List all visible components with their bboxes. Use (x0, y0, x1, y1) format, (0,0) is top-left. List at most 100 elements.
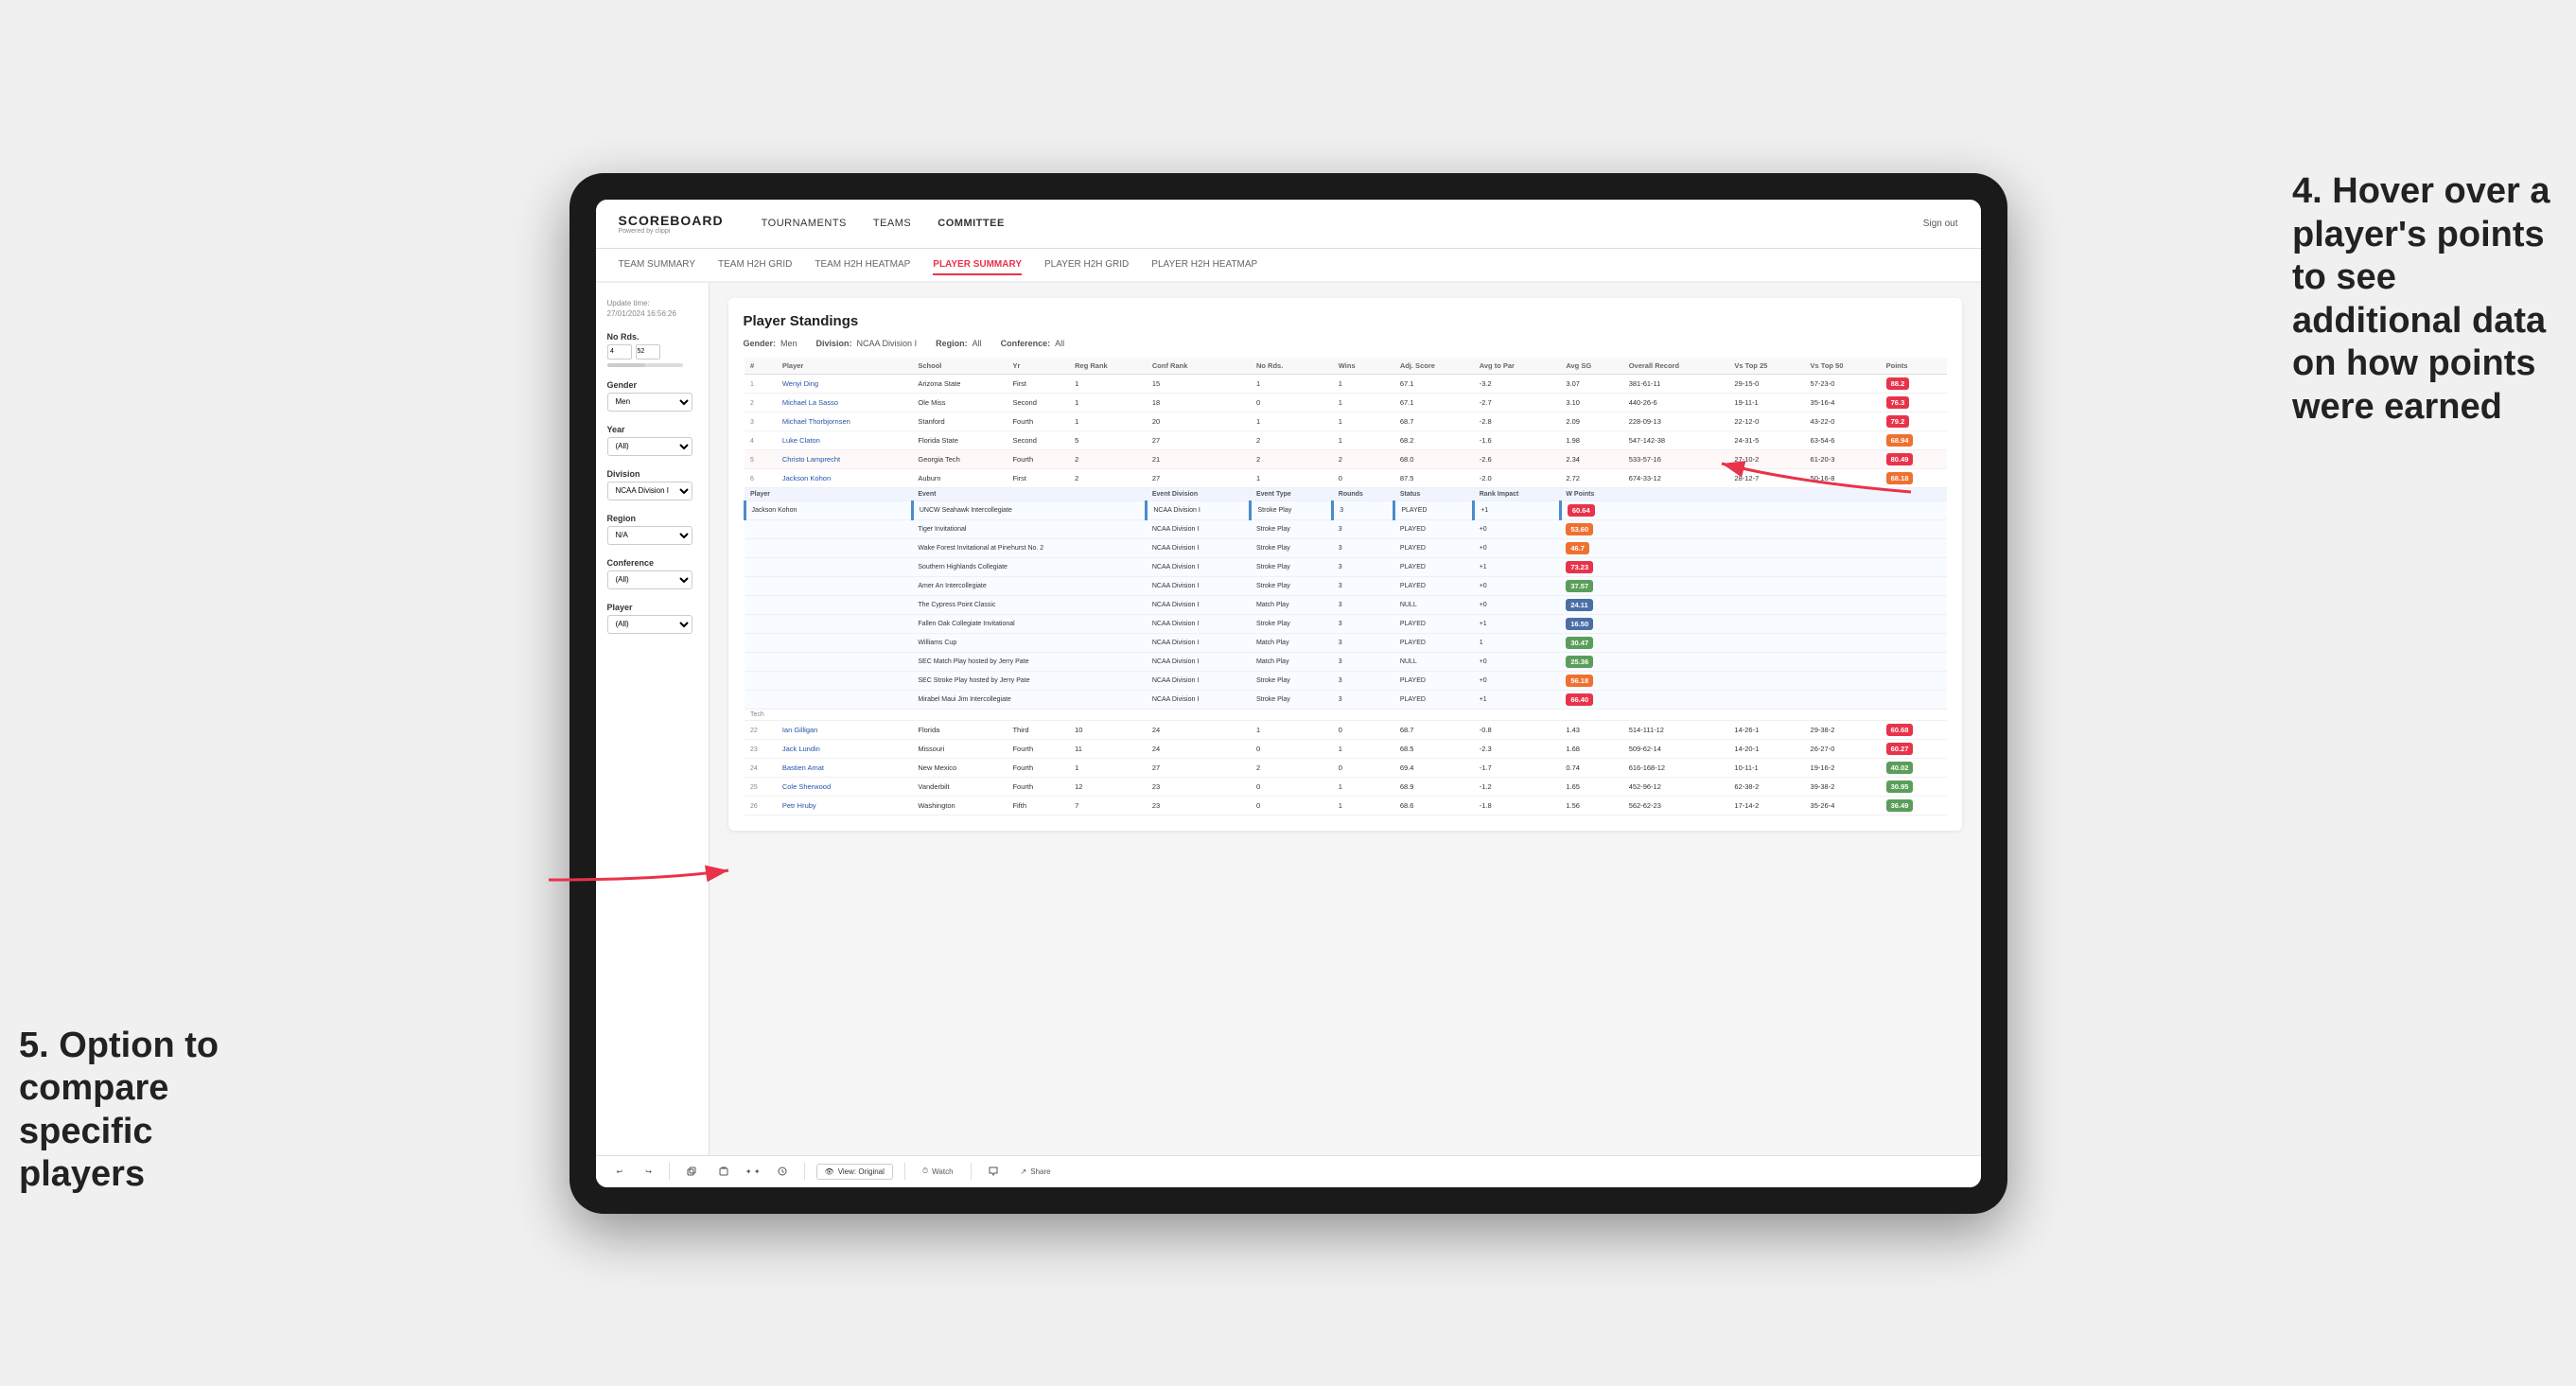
subnav-player-h2h-heatmap[interactable]: PLAYER H2H HEATMAP (1151, 255, 1257, 273)
player-cell[interactable]: Petr Hruby (777, 796, 913, 815)
clock-button[interactable] (772, 1164, 793, 1179)
paste-button[interactable] (713, 1164, 734, 1179)
points-cell[interactable]: 40.02 (1881, 758, 1947, 777)
points-cell[interactable]: 68.18 (1881, 468, 1947, 487)
slider-fill (607, 363, 645, 367)
vs50-cell: 63-54-6 (1805, 430, 1881, 449)
share-button[interactable]: ↗ Share (1015, 1165, 1057, 1179)
points-cell[interactable]: 88.2 (1881, 374, 1947, 393)
event-rounds: 3 (1333, 500, 1394, 519)
event-wpoints[interactable]: 16.50 (1560, 614, 1946, 633)
subnav-player-summary[interactable]: PLAYER SUMMARY (933, 255, 1022, 275)
conference-select[interactable]: (All) (607, 570, 692, 589)
event-status: PLAYED (1394, 519, 1474, 538)
nav-tournaments[interactable]: TOURNAMENTS (762, 214, 847, 233)
event-rank-impact: +1 (1474, 614, 1561, 633)
col-rank: # (745, 358, 777, 375)
event-player (745, 538, 912, 557)
player-cell[interactable]: Wenyi Ding (777, 374, 913, 393)
tablet-frame: SCOREBOARD Powered by clippi TOURNAMENTS… (570, 173, 2007, 1214)
event-wpoints[interactable]: 37.57 (1560, 576, 1946, 595)
points-cell[interactable]: 60.68 (1881, 720, 1947, 739)
player-cell[interactable]: Jackson Kohon (777, 468, 913, 487)
player-cell[interactable]: Ian Gilligan (777, 720, 913, 739)
vs50-cell: 35-16-4 (1805, 393, 1881, 412)
share-label: Share (1030, 1167, 1050, 1176)
col-school: School (912, 358, 1007, 375)
no-rds-slider[interactable] (607, 363, 683, 367)
avg-par-cell: -0.8 (1474, 720, 1561, 739)
view-original-button[interactable]: 👁 View: Original (816, 1164, 893, 1180)
no-rds-cell: 1 (1251, 374, 1333, 393)
copy-button[interactable] (681, 1164, 702, 1179)
school-cell: Ole Miss (912, 393, 1007, 412)
overall-cell: 228-09-13 (1623, 412, 1729, 430)
player-cell[interactable]: Christo Lamprecht (777, 449, 913, 468)
subnav-team-h2h-heatmap[interactable]: TEAM H2H HEATMAP (815, 255, 910, 273)
points-cell[interactable]: 36.49 (1881, 796, 1947, 815)
sidebar-gender: Gender Men (607, 380, 697, 412)
event-wpoints[interactable]: 56.18 (1560, 671, 1946, 690)
player-cell[interactable]: Michael La Sasso (777, 393, 913, 412)
points-cell[interactable]: 79.2 (1881, 412, 1947, 430)
event-rank-impact: +0 (1474, 595, 1561, 614)
event-row: Mirabel Maui Jim Intercollegiate NCAA Di… (745, 690, 1947, 709)
main-content: Update time: 27/01/2024 16:56:26 No Rds.… (596, 283, 1981, 1155)
col-vs50: Vs Top 50 (1805, 358, 1881, 375)
year-select[interactable]: (All) (607, 437, 692, 456)
event-player (745, 652, 912, 671)
avg-sg-cell: 1.65 (1560, 777, 1622, 796)
reg-rank-cell: 1 (1069, 393, 1147, 412)
avg-par-cell: -1.6 (1474, 430, 1561, 449)
player-cell[interactable]: Luke Claton (777, 430, 913, 449)
undo-button[interactable]: ↩ (611, 1165, 629, 1179)
points-cell[interactable]: 60.27 (1881, 739, 1947, 758)
player-select[interactable]: (All) (607, 615, 692, 634)
player-cell[interactable]: Bastien Amat (777, 758, 913, 777)
subnav-team-h2h-grid[interactable]: TEAM H2H GRID (718, 255, 792, 273)
nav-teams[interactable]: TEAMS (873, 214, 911, 233)
vs50-cell: 57-23-0 (1805, 374, 1881, 393)
points-cell[interactable]: 68.94 (1881, 430, 1947, 449)
watch-icon: ⏱ (922, 1167, 928, 1176)
region-select[interactable]: N/A (607, 526, 692, 545)
event-type: Match Play (1251, 633, 1333, 652)
conf-rank-cell: 21 (1147, 449, 1251, 468)
event-player (745, 576, 912, 595)
annotation-5: 5. Option to compare specific players (19, 1025, 284, 1197)
conf-rank-cell: 27 (1147, 468, 1251, 487)
event-wpoints[interactable]: 25.36 (1560, 652, 1946, 671)
subnav-team-summary[interactable]: TEAM SUMMARY (619, 255, 696, 273)
player-cell[interactable]: Jack Lundin (777, 739, 913, 758)
event-rounds: 3 (1333, 576, 1394, 595)
conf-rank-cell: 20 (1147, 412, 1251, 430)
event-wpoints[interactable]: 73.23 (1560, 557, 1946, 576)
no-rds-min-input[interactable] (607, 344, 632, 360)
event-wpoints[interactable]: 46.7 (1560, 538, 1946, 557)
filter-region: Region: All (936, 339, 982, 348)
comment-button[interactable] (983, 1164, 1004, 1179)
redo-button[interactable]: ↪ (640, 1165, 657, 1179)
player-cell[interactable]: Cole Sherwood (777, 777, 913, 796)
sign-out-link[interactable]: Sign out (1923, 219, 1958, 229)
school-cell: New Mexico (912, 758, 1007, 777)
conf-rank-cell: 23 (1147, 777, 1251, 796)
watch-button[interactable]: ⏱ Watch (917, 1164, 959, 1179)
nav-committee[interactable]: COMMITTEE (938, 214, 1005, 233)
event-wpoints[interactable]: 30.47 (1560, 633, 1946, 652)
event-wpoints[interactable]: 53.60 (1560, 519, 1946, 538)
points-cell[interactable]: 76.3 (1881, 393, 1947, 412)
event-wpoints[interactable]: 66.40 (1560, 690, 1946, 709)
subnav-player-h2h-grid[interactable]: PLAYER H2H GRID (1044, 255, 1129, 273)
points-cell[interactable]: 30.95 (1881, 777, 1947, 796)
reg-rank-cell: 12 (1069, 777, 1147, 796)
event-wpoints[interactable]: 24.11 (1560, 595, 1946, 614)
no-rds-max-input[interactable] (636, 344, 660, 360)
gender-select[interactable]: Men (607, 393, 692, 412)
points-cell[interactable]: 80.49 (1881, 449, 1947, 468)
division-select[interactable]: NCAA Division I (607, 482, 692, 500)
overall-cell: 440-26-6 (1623, 393, 1729, 412)
filter-region-label: Region: (936, 339, 968, 348)
player-cell[interactable]: Michael Thorbjornsen (777, 412, 913, 430)
event-wpoints[interactable]: 60.64 (1560, 500, 1946, 519)
